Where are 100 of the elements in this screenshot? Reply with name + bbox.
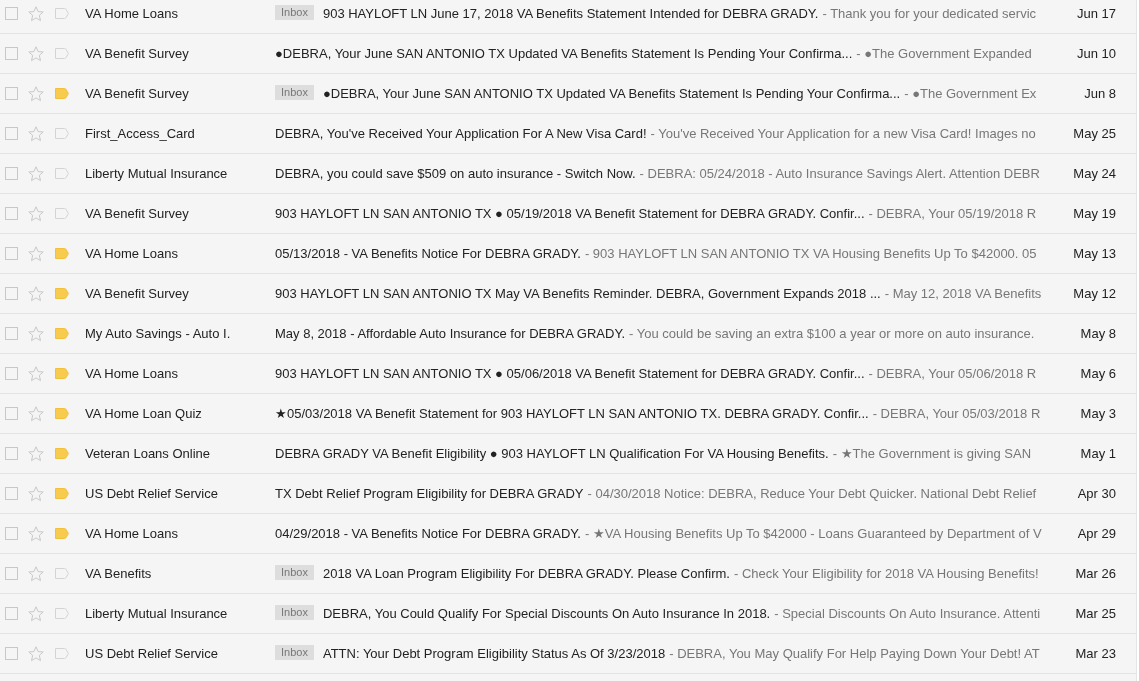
- row-checkbox[interactable]: [5, 87, 18, 100]
- email-sender: US Debt Relief Service: [85, 646, 219, 661]
- email-sender: VA Home Loans: [85, 366, 179, 381]
- email-date: May 8: [1079, 326, 1117, 341]
- email-row[interactable]: VA Benefit Survey ●DEBRA, Your June SAN ANTONIO TX Updated VA Benefits Statement Is Pending Your Confirma... - ●The Government Expanded Jun 10: [0, 34, 1136, 74]
- star-icon[interactable]: [28, 5, 44, 22]
- email-row[interactable]: VA Benefit Survey 903 HAYLOFT LN SAN ANTONIO TX May VA Benefits Reminder. DEBRA, Government Expands 2018 ... - May 12, 2018 VA Benefits May 12: [0, 274, 1136, 314]
- email-sender: US Debt Relief Service: [85, 486, 219, 501]
- email-row[interactable]: Veteran Loans Online DEBRA GRADY VA Benefit Eligibility ● 903 HAYLOFT LN Qualification For VA Housing Benefits. - ★The Government is giving SAN May 1: [0, 434, 1136, 474]
- email-snippet: - Check Your Eligibility for 2018 VA Housing Benefits!: [733, 566, 1039, 581]
- row-checkbox[interactable]: [5, 287, 18, 300]
- email-row[interactable]: VA Home Loan Quiz ★05/03/2018 VA Benefit Statement for 903 HAYLOFT LN SAN ANTONIO TX. DEBRA GRADY. Confir... - DEBRA, Your 05/03/2018 R May 3: [0, 394, 1136, 434]
- email-row[interactable]: Liberty Mutual Insurance DEBRA, you could save $509 on auto insurance - Switch Now. - DEBRA: 05/24/2018 - Auto Insurance Savings Alert. Attention DEBR May 24: [0, 154, 1136, 194]
- importance-marker-icon[interactable]: [55, 8, 69, 19]
- star-icon[interactable]: [28, 85, 44, 102]
- row-checkbox[interactable]: [5, 607, 18, 620]
- row-checkbox[interactable]: [5, 207, 18, 220]
- star-icon[interactable]: [28, 45, 44, 62]
- email-date: Mar 26: [1074, 566, 1117, 581]
- email-date: Mar 25: [1074, 606, 1117, 621]
- email-subject: TX Debt Relief Program Eligibility for DEBRA GRADY: [275, 486, 584, 501]
- star-icon[interactable]: [28, 125, 44, 142]
- inbox-label: Inbox: [275, 85, 314, 100]
- email-row[interactable]: VA Home Loans 05/13/2018 - VA Benefits Notice For DEBRA GRADY. - 903 HAYLOFT LN SAN ANTONIO TX VA Housing Benefits Up To $42000. 05 May 13: [0, 234, 1136, 274]
- row-checkbox[interactable]: [5, 367, 18, 380]
- importance-marker-icon[interactable]: [55, 368, 69, 379]
- star-icon[interactable]: [28, 205, 44, 222]
- email-row[interactable]: US Debt Relief Service TX Debt Relief Program Eligibility for DEBRA GRADY - 04/30/2018 Notice: DEBRA, Reduce Your Debt Quicker. National Debt Relief Apr 30: [0, 474, 1136, 514]
- email-row[interactable]: My Auto Savings - Auto I. May 8, 2018 - Affordable Auto Insurance for DEBRA GRADY. - You could be saving an extra $100 a year or more on auto insurance. May 8: [0, 314, 1136, 354]
- email-sender: VA Benefit Survey: [85, 46, 190, 61]
- email-date: May 12: [1072, 286, 1117, 301]
- email-row[interactable]: VA Home Loans 04/29/2018 - VA Benefits Notice For DEBRA GRADY. - ★VA Housing Benefits Up To $42000 - Loans Guaranteed by Department of V Apr 29: [0, 514, 1136, 554]
- row-checkbox[interactable]: [5, 7, 18, 20]
- star-icon[interactable]: [28, 405, 44, 422]
- email-snippet: - May 12, 2018 VA Benefits: [884, 286, 1042, 301]
- email-date: Apr 29: [1076, 526, 1117, 541]
- row-checkbox[interactable]: [5, 247, 18, 260]
- importance-marker-icon[interactable]: [55, 288, 69, 299]
- row-checkbox[interactable]: [5, 127, 18, 140]
- email-row[interactable]: VA Benefit Survey Inbox ●DEBRA, Your June SAN ANTONIO TX Updated VA Benefits Statement Is Pending Your Confirma... - ●The Government Ex Jun 8: [0, 74, 1136, 114]
- row-checkbox[interactable]: [5, 167, 18, 180]
- importance-marker-icon[interactable]: [55, 608, 69, 619]
- email-row[interactable]: VA Benefit Survey 903 HAYLOFT LN SAN ANTONIO TX ● 05/19/2018 VA Benefit Statement for DEBRA GRADY. Confir... - DEBRA, Your 05/19/2018 R May 19: [0, 194, 1136, 234]
- email-subject: 903 HAYLOFT LN SAN ANTONIO TX ● 05/06/2018 VA Benefit Statement for DEBRA GRADY. Confir...: [275, 366, 865, 381]
- star-icon[interactable]: [28, 285, 44, 302]
- importance-marker-icon[interactable]: [55, 88, 69, 99]
- row-checkbox[interactable]: [5, 527, 18, 540]
- importance-marker-icon[interactable]: [55, 328, 69, 339]
- row-checkbox[interactable]: [5, 447, 18, 460]
- importance-marker-icon[interactable]: [55, 408, 69, 419]
- email-snippet: - Thank you for your dedicated servic: [822, 6, 1037, 21]
- star-icon[interactable]: [28, 565, 44, 582]
- email-date: Mar 23: [1074, 646, 1117, 661]
- importance-marker-icon[interactable]: [55, 488, 69, 499]
- star-icon[interactable]: [28, 525, 44, 542]
- email-snippet: - ★VA Housing Benefits Up To $42000 - Loans Guaranteed by Department of V: [584, 526, 1042, 541]
- row-checkbox[interactable]: [5, 47, 18, 60]
- email-snippet: - DEBRA, Your 05/06/2018 R: [868, 366, 1037, 381]
- email-row[interactable]: VA Home Loans 903 HAYLOFT LN SAN ANTONIO TX ● 05/06/2018 VA Benefit Statement for DEBRA GRADY. Confir... - DEBRA, Your 05/06/2018 R May 6: [0, 354, 1136, 394]
- row-checkbox[interactable]: [5, 407, 18, 420]
- email-subject: ★05/03/2018 VA Benefit Statement for 903 HAYLOFT LN SAN ANTONIO TX. DEBRA GRADY. Confir...: [275, 406, 869, 421]
- star-icon[interactable]: [28, 485, 44, 502]
- star-icon[interactable]: [28, 245, 44, 262]
- email-subject: DEBRA, You Could Qualify For Special Discounts On Auto Insurance In 2018.: [322, 606, 771, 621]
- importance-marker-icon[interactable]: [55, 48, 69, 59]
- importance-marker-icon[interactable]: [55, 448, 69, 459]
- importance-marker-icon[interactable]: [55, 128, 69, 139]
- importance-marker-icon[interactable]: [55, 648, 69, 659]
- email-subject: ●DEBRA, Your June SAN ANTONIO TX Updated VA Benefits Statement Is Pending Your Confirma...: [322, 86, 901, 101]
- row-checkbox[interactable]: [5, 487, 18, 500]
- email-sender: VA Home Loans: [85, 246, 179, 261]
- email-sender: Liberty Mutual Insurance: [85, 606, 229, 621]
- email-row[interactable]: VA Home Loans Inbox 903 HAYLOFT LN June 17, 2018 VA Benefits Statement Intended for DEBRA GRADY. - Thank you for your dedicated servic Jun 17: [0, 0, 1136, 34]
- email-sender: VA Home Loan Quiz: [85, 406, 203, 421]
- row-checkbox[interactable]: [5, 647, 18, 660]
- email-row[interactable]: First_Access_Card DEBRA, You've Received Your Application For A New Visa Card! - You've Received Your Application for a new Visa Card! Images no May 25: [0, 114, 1136, 154]
- inbox-label: Inbox: [275, 5, 314, 20]
- star-icon[interactable]: [28, 605, 44, 622]
- email-row[interactable]: VA Benefits Inbox 2018 VA Loan Program Eligibility For DEBRA GRADY. Please Confirm. - Check Your Eligibility for 2018 VA Housing Benefits! Mar 26: [0, 554, 1136, 594]
- email-subject: 04/29/2018 - VA Benefits Notice For DEBRA GRADY.: [275, 526, 581, 541]
- email-snippet: - ●The Government Expanded: [856, 46, 1032, 61]
- row-checkbox[interactable]: [5, 567, 18, 580]
- email-date: May 13: [1072, 246, 1117, 261]
- email-row[interactable]: Liberty Mutual Insurance Inbox DEBRA, You Could Qualify For Special Discounts On Auto Insurance In 2018. - Special Discounts On Auto Insurance. Attenti Mar 25: [0, 594, 1136, 634]
- importance-marker-icon[interactable]: [55, 248, 69, 259]
- email-subject: 05/13/2018 - VA Benefits Notice For DEBRA GRADY.: [275, 246, 581, 261]
- star-icon[interactable]: [28, 365, 44, 382]
- star-icon[interactable]: [28, 165, 44, 182]
- email-sender: Veteran Loans Online: [85, 446, 212, 461]
- row-checkbox[interactable]: [5, 327, 18, 340]
- importance-marker-icon[interactable]: [55, 208, 69, 219]
- email-row[interactable]: US Debt Relief Service Inbox ATTN: Your Debt Program Eligibility Status As Of 3/23/2018 - DEBRA, You May Qualify For Help Paying Down Your Debt! AT Mar 23: [0, 634, 1136, 674]
- star-icon[interactable]: [28, 645, 44, 662]
- importance-marker-icon[interactable]: [55, 168, 69, 179]
- star-icon[interactable]: [28, 325, 44, 342]
- email-snippet: - ★The Government is giving SAN: [832, 446, 1032, 461]
- email-snippet: - You've Received Your Application for a new Visa Card! Images no: [650, 126, 1036, 141]
- importance-marker-icon[interactable]: [55, 568, 69, 579]
- star-icon[interactable]: [28, 445, 44, 462]
- importance-marker-icon[interactable]: [55, 528, 69, 539]
